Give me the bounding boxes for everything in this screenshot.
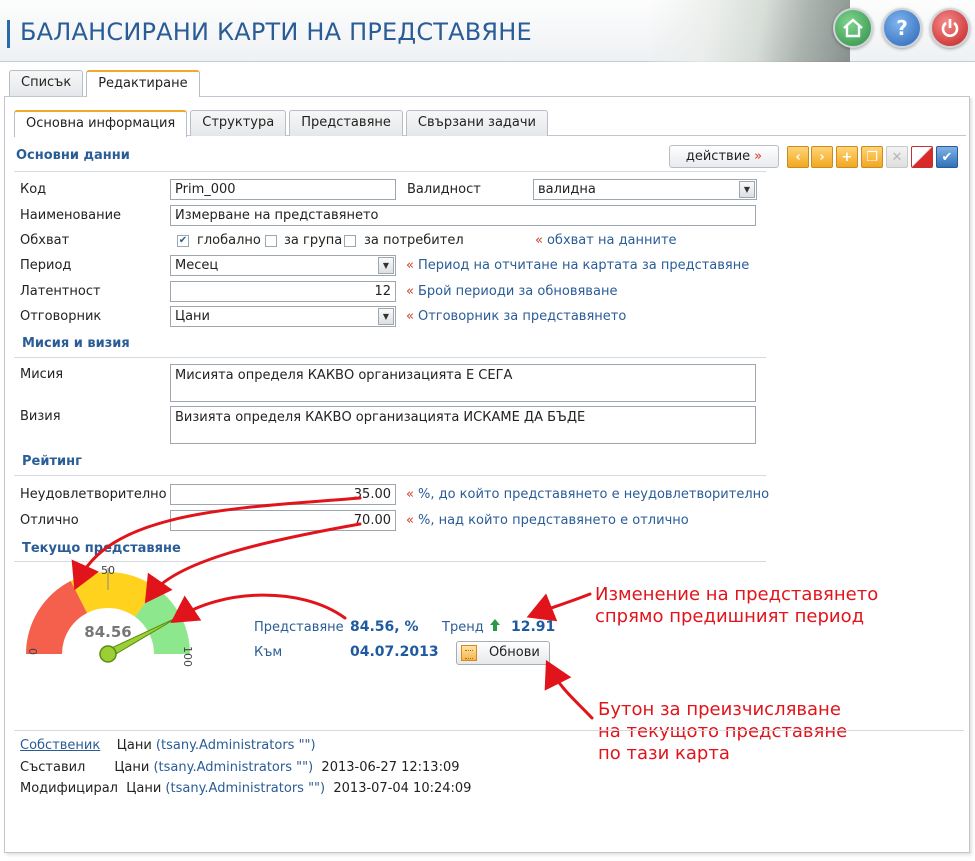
footer-modified-user: (tsany.Administrators "") <box>165 781 326 796</box>
footer-modified-label: Модифицирал <box>20 781 118 796</box>
footer-owner-row: Собственик Цани (tsany.Administrators ""… <box>20 738 316 753</box>
annotation-refresh-line2: на текущото представяне <box>598 721 848 742</box>
footer-modified-date: 2013-07-04 10:24:09 <box>333 781 472 796</box>
arrow-to-trend <box>526 592 592 622</box>
footer-owner-name: Цани <box>116 738 152 753</box>
arrow-to-refresh-button <box>544 659 594 720</box>
arrow-to-red-zone <box>71 496 362 591</box>
footer-created-label: Съставил <box>20 760 86 775</box>
arrow-to-needle <box>170 593 347 623</box>
footer-created-row: Съставил Цани (tsany.Administrators "") … <box>20 760 460 775</box>
annotation-trend-line2: спрямо предишният период <box>595 606 865 627</box>
arrow-to-yellow-zone <box>144 522 362 604</box>
footer-created-user: (tsany.Administrators "") <box>153 760 314 775</box>
annotation-refresh-line3: по тази карта <box>598 743 730 764</box>
footer-divider <box>14 730 964 731</box>
footer-owner-link[interactable]: Собственик <box>20 738 100 753</box>
footer-modified-name: Цани <box>126 781 162 796</box>
annotation-refresh-line1: Бутон за преизчисляване <box>598 699 841 720</box>
footer-modified-row: Модифицирал Цани (tsany.Administrators "… <box>20 781 471 796</box>
annotation-trend-line1: Изменение на представянето <box>595 584 879 605</box>
footer-created-name: Цани <box>114 760 150 775</box>
footer-created-date: 2013-06-27 12:13:09 <box>321 760 460 775</box>
footer-owner-user: (tsany.Administrators "") <box>155 738 316 753</box>
